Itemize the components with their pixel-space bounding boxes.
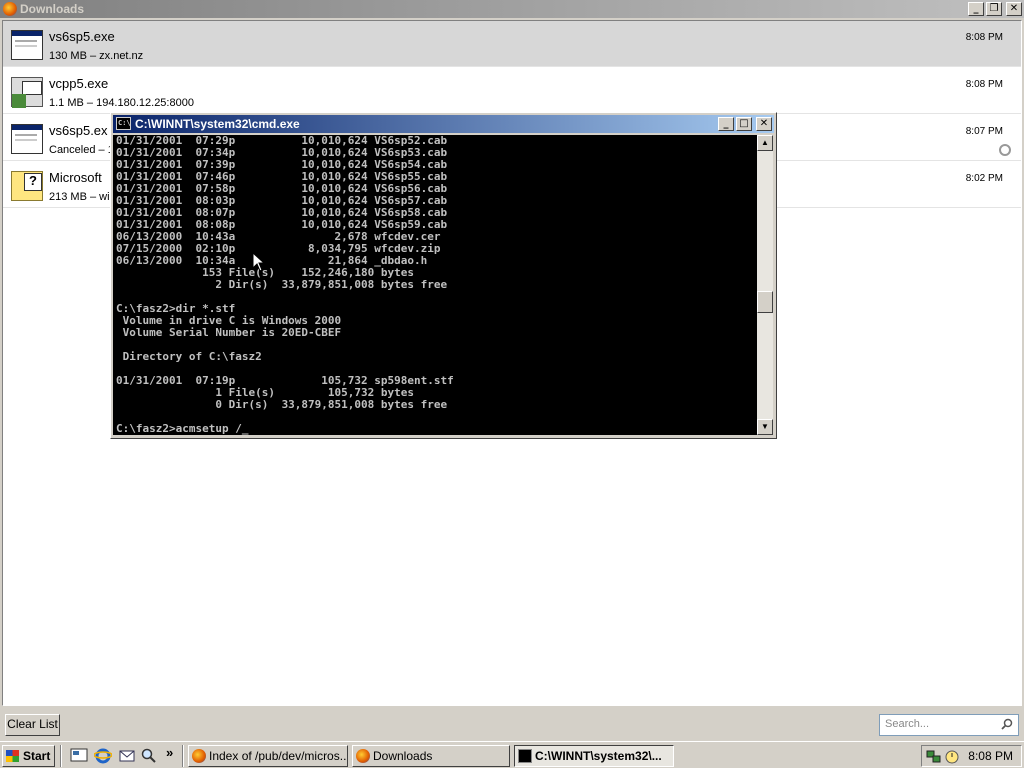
download-details: Canceled – 1 [49,144,114,156]
setup-file-icon [11,77,43,108]
download-time: 8:02 PM [965,173,1003,184]
taskbar-task-cmd[interactable]: C:\WINNT\system32\... [514,745,674,767]
download-item[interactable]: vcpp5.exe 1.1 MB – 194.180.12.25:8000 8:… [3,68,1021,114]
download-filename: vs6sp5.exe [49,29,115,44]
cmd-titlebar[interactable]: C:\ C:\WINNT\system32\cmd.exe _ □ ✕ [113,115,774,133]
download-time: 8:08 PM [965,79,1003,90]
exe-file-icon [11,124,43,154]
taskbar: Start » Index of /pub/dev/micros... Down… [0,741,1024,768]
search-icon[interactable] [1001,718,1013,730]
cmd-title: C:\WINNT\system32\cmd.exe [135,117,300,131]
scroll-up-button[interactable]: ▲ [757,135,773,151]
close-button[interactable]: ✕ [1006,2,1022,16]
show-desktop-icon[interactable] [70,747,88,764]
download-time: 8:07 PM [965,126,1003,137]
start-label: Start [23,749,51,763]
taskbar-task-index[interactable]: Index of /pub/dev/micros... [188,745,348,767]
scheduler-icon[interactable] [944,749,960,764]
taskbar-task-downloads[interactable]: Downloads [352,745,510,767]
maximize-button[interactable]: □ [736,117,752,131]
download-filename: Microsoft [49,170,102,185]
exe-file-icon [11,30,43,60]
minimize-button[interactable]: _ [718,117,734,131]
downloads-title: Downloads [20,2,85,16]
download-details: 213 MB – wir [49,191,114,203]
clock[interactable]: 8:08 PM [968,749,1013,763]
task-label: C:\WINNT\system32\... [535,749,662,763]
search-input[interactable]: Search... [879,714,1019,736]
clear-list-button[interactable]: Clear List [5,714,60,736]
download-time: 8:08 PM [965,32,1003,43]
task-label: Index of /pub/dev/micros... [209,749,348,763]
firefox-icon [192,749,206,763]
console-text: 01/31/2001 07:29p 10,010,624 VS6sp52.cab… [116,135,454,435]
scroll-down-button[interactable]: ▼ [757,419,773,435]
retry-icon[interactable] [999,144,1011,156]
download-details: 130 MB – zx.net.nz [49,50,144,62]
firefox-icon [3,2,17,16]
taskbar-separator [182,745,184,767]
vertical-scrollbar[interactable]: ▲ ▼ [757,135,773,435]
download-details: 1.1 MB – 194.180.12.25:8000 [49,97,194,109]
start-button[interactable]: Start [2,745,55,767]
outlook-express-icon[interactable] [118,747,136,764]
cmd-window: C:\ C:\WINNT\system32\cmd.exe _ □ ✕ 01/3… [110,112,777,439]
download-filename: vs6sp5.ex [49,123,108,138]
search-placeholder: Search... [885,718,930,730]
quick-launch-chevron[interactable]: » [166,745,173,760]
maximize-button[interactable]: ❐ [986,2,1002,16]
windows-logo-icon [6,750,19,762]
cmd-icon [518,749,532,763]
taskbar-separator [60,745,62,767]
cmd-icon: C:\ [116,117,131,130]
scroll-thumb[interactable] [757,291,773,313]
system-tray: 8:08 PM [921,745,1022,767]
search-files-icon[interactable] [140,747,158,764]
network-icon[interactable] [926,749,942,764]
close-button[interactable]: ✕ [756,117,772,131]
help-file-icon [11,171,43,201]
download-filename: vcpp5.exe [49,76,109,91]
firefox-icon [356,749,370,763]
mouse-pointer-icon [253,253,265,272]
internet-explorer-icon[interactable] [94,747,112,764]
console-output-area[interactable]: 01/31/2001 07:29p 10,010,624 VS6sp52.cab… [113,135,757,435]
download-item[interactable]: vs6sp5.exe 130 MB – zx.net.nz 8:08 PM [3,21,1021,67]
task-label: Downloads [373,749,433,763]
minimize-button[interactable]: _ [968,2,984,16]
downloads-titlebar[interactable]: Downloads _ ❐ ✕ [0,0,1024,18]
